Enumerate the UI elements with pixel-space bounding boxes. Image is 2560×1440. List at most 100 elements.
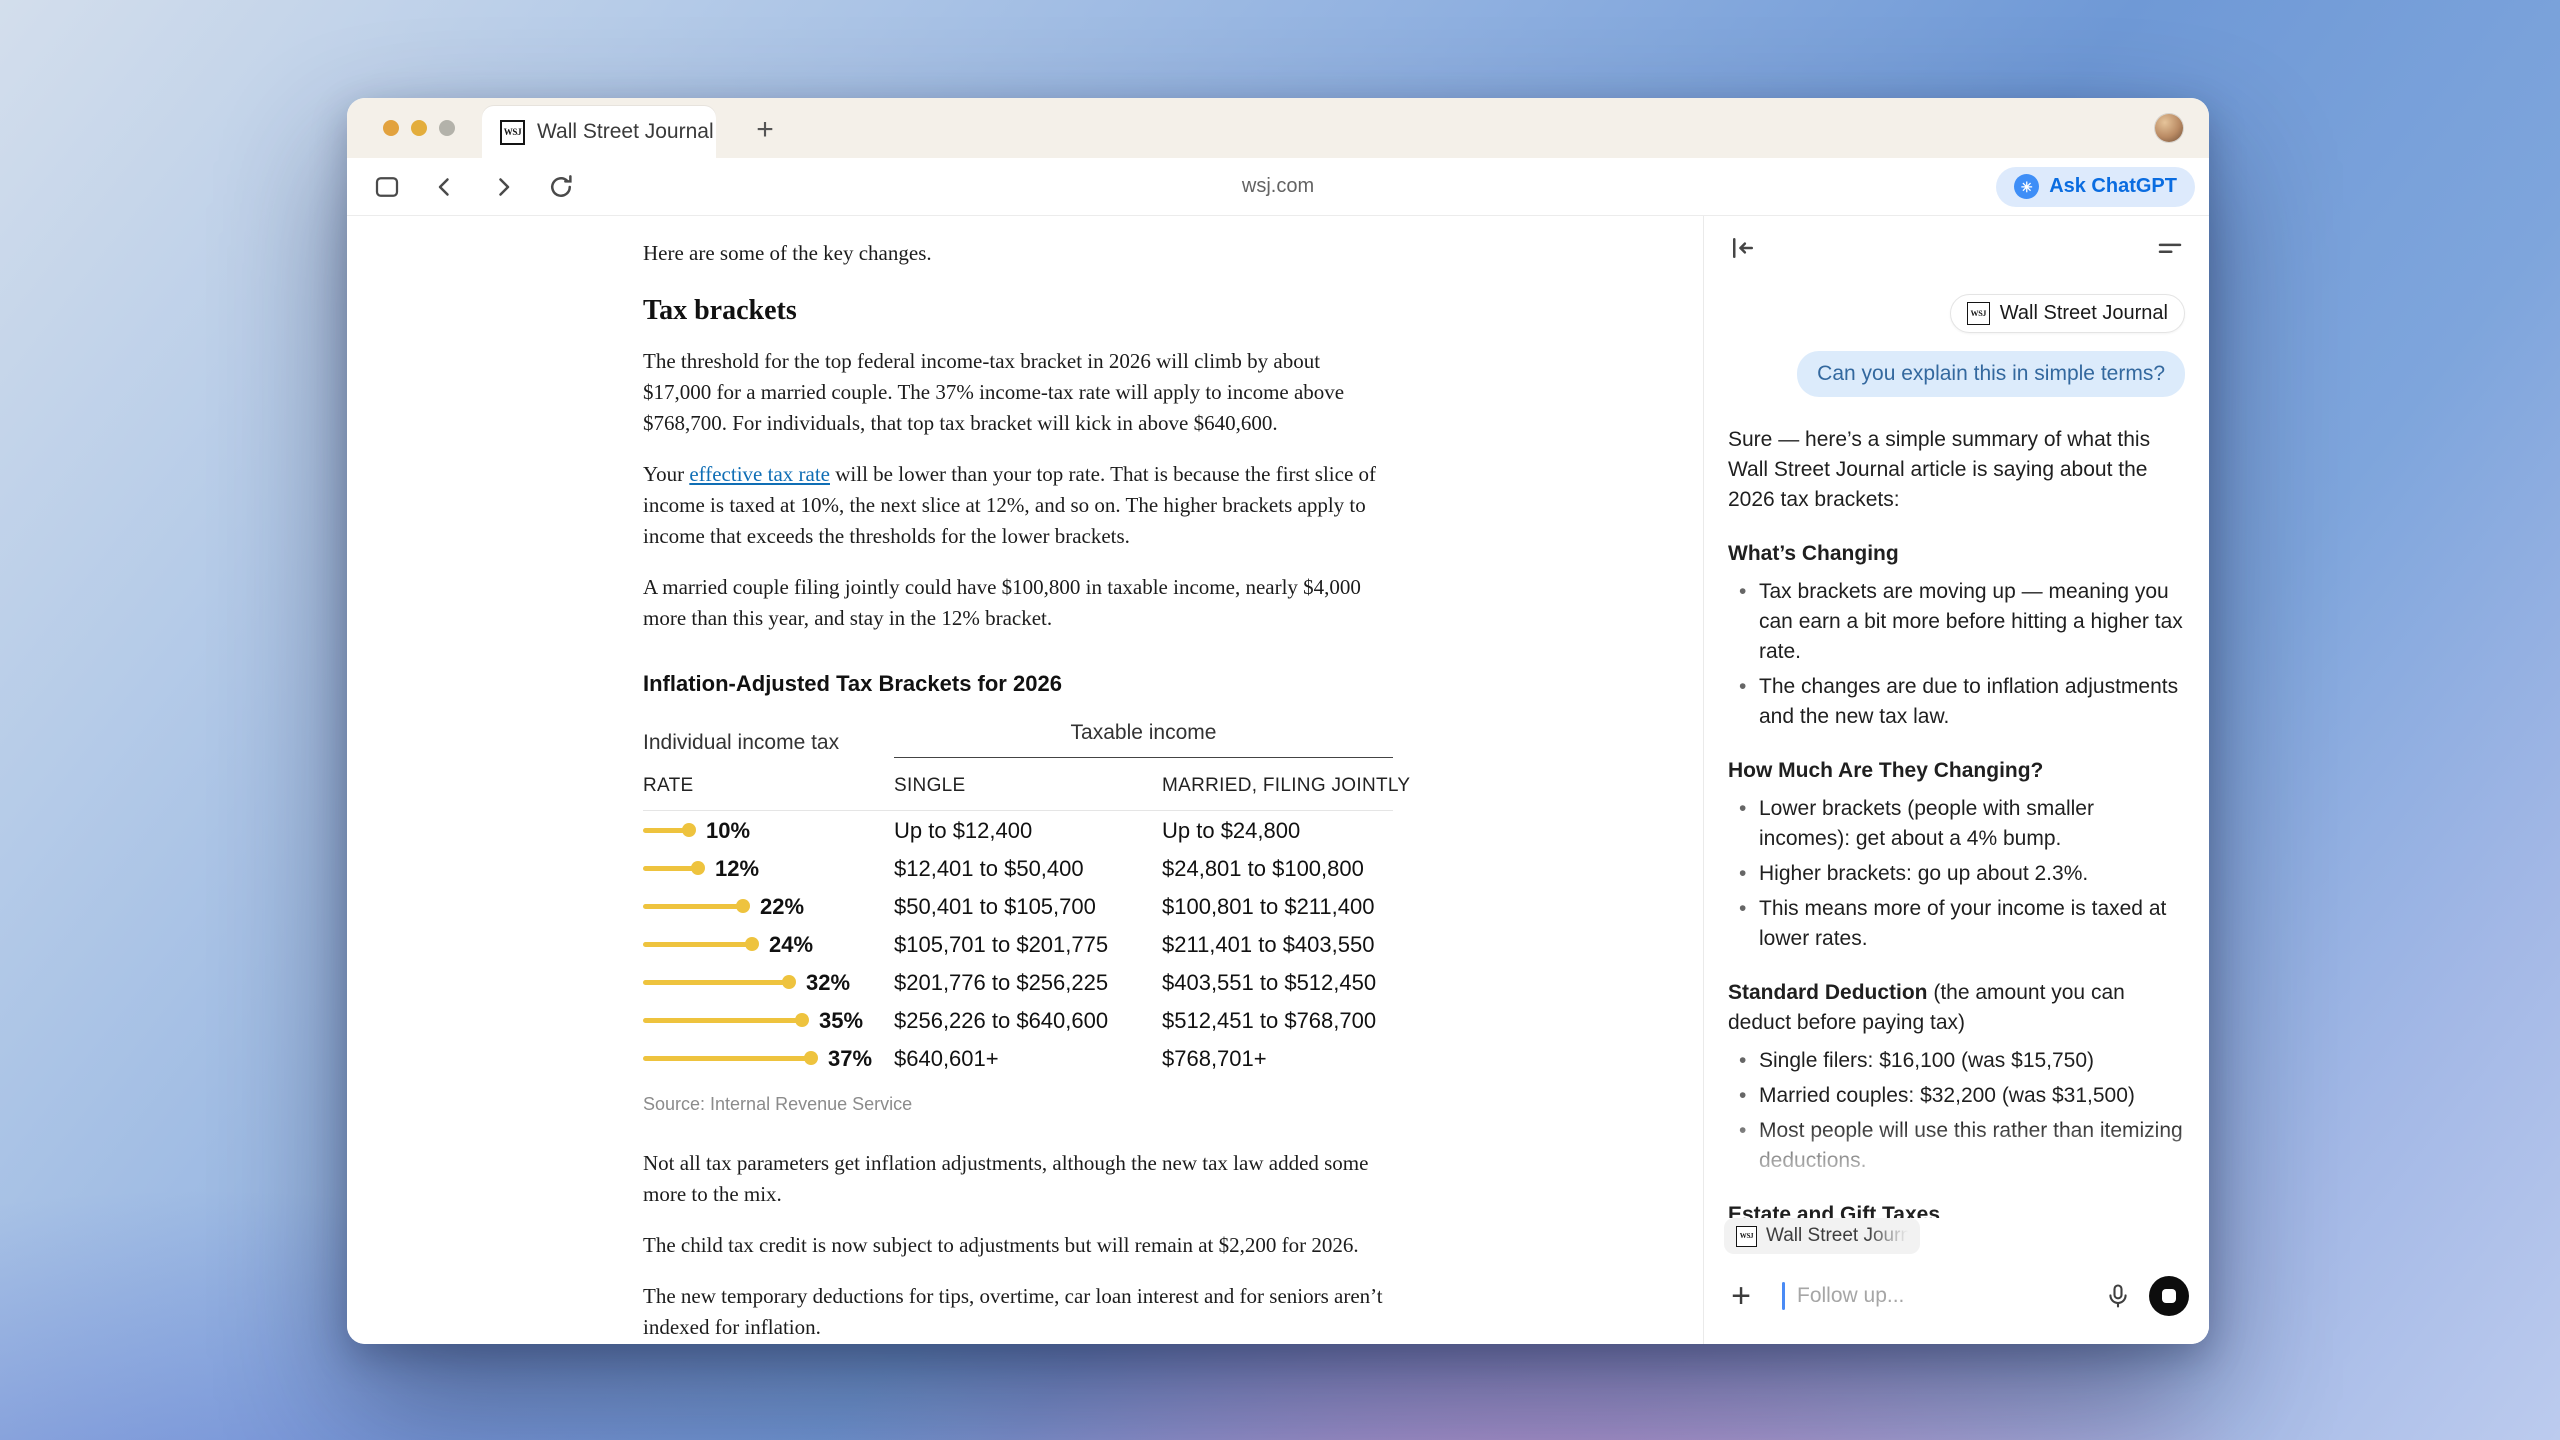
reload-icon[interactable]: [543, 169, 579, 205]
rate-bar: [643, 980, 789, 985]
input-placeholder: Follow up...: [1797, 1284, 2087, 1308]
forward-icon[interactable]: [485, 169, 521, 205]
article-paragraph: The threshold for the top federal income…: [643, 346, 1393, 439]
assistant-intro: Sure — here’s a simple summary of what t…: [1728, 425, 2185, 515]
chat-section: How Much Are They Changing? Lower bracket…: [1728, 756, 2185, 954]
attach-plus-icon[interactable]: +: [1724, 1279, 1758, 1313]
single-range: $640,601+: [894, 1043, 1162, 1074]
sidebar-toggle-icon[interactable]: [369, 169, 405, 205]
mic-icon[interactable]: [2099, 1277, 2137, 1315]
married-range: $100,801 to $211,400: [1162, 891, 1393, 922]
rate-label: 12%: [715, 853, 759, 884]
minimize-window-button[interactable]: [411, 120, 427, 136]
bullet-item: Higher brackets: go up about 2.3%.: [1728, 859, 2185, 889]
chat-section: Standard Deduction (the amount you can d…: [1728, 978, 2185, 1176]
rate-bar: [643, 866, 698, 871]
chat-section: Estate and Gift TaxesEstate tax exclusio…: [1728, 1200, 2185, 1218]
rate-bar: [643, 904, 743, 909]
married-range: $211,401 to $403,550: [1162, 929, 1393, 960]
section-heading: How Much Are They Changing?: [1728, 756, 2185, 786]
rate-label: 32%: [806, 967, 850, 998]
followup-input[interactable]: + Follow up...: [1724, 1268, 2189, 1324]
sidebar-menu-icon[interactable]: [2151, 229, 2189, 267]
chat-messages[interactable]: WSJ Wall Street Journal Can you explain …: [1704, 280, 2209, 1218]
tab-bar: WSJ Wall Street Journal +: [347, 98, 2209, 158]
tax-bracket-row: 24% $105,701 to $201,775$211,401 to $403,…: [643, 925, 1393, 963]
tax-bracket-row: 10%Up to $12,400Up to $24,800: [643, 811, 1393, 849]
rate-bar: [643, 828, 689, 833]
rate-label: 22%: [760, 891, 804, 922]
bullet-item: Lower brackets (people with smaller inco…: [1728, 794, 2185, 854]
section-heading: Estate and Gift Taxes: [1728, 1200, 2185, 1218]
wsj-favicon-icon: WSJ: [1967, 302, 1990, 325]
effective-tax-rate-link[interactable]: effective tax rate: [689, 462, 830, 486]
bullet-item: Single filers: $16,100 (was $15,750): [1728, 1046, 2185, 1076]
source-chip[interactable]: WSJ Wall Street Journal: [1950, 294, 2185, 333]
text-cursor: [1782, 1282, 1785, 1310]
wsj-favicon-icon: WSJ: [500, 120, 525, 145]
zoom-window-button[interactable]: [439, 120, 455, 136]
tax-table-group-headers: Individual income tax Taxable income: [643, 717, 1393, 758]
article-paragraph: Your effective tax rate will be lower th…: [643, 459, 1393, 552]
tax-bracket-row: 37% $640,601+$768,701+: [643, 1039, 1393, 1077]
article-paragraph: A married couple filing jointly could ha…: [643, 572, 1393, 634]
tab-wall-street-journal[interactable]: WSJ Wall Street Journal: [482, 106, 716, 158]
tax-table: Inflation-Adjusted Tax Brackets for 2026…: [643, 668, 1393, 1120]
single-range: $105,701 to $201,775: [894, 929, 1162, 960]
composer: WSJ Wall Street Journal + Follow up...: [1704, 1218, 2209, 1344]
section-heading: What’s Changing: [1728, 539, 2185, 569]
wsj-favicon-icon: WSJ: [1736, 1226, 1757, 1247]
wsj-article: Here are some of the key changes. Tax br…: [643, 216, 1393, 1344]
bullet-item: Tax brackets are moving up — meaning you…: [1728, 577, 2185, 667]
tax-table-title: Inflation-Adjusted Tax Brackets for 2026: [643, 668, 1393, 699]
tax-table-source: Source: Internal Revenue Service: [643, 1089, 1393, 1120]
back-icon[interactable]: [427, 169, 463, 205]
tax-table-column-headers: RATE SINGLE MARRIED, FILING JOINTLY: [643, 758, 1393, 811]
married-range: $24,801 to $100,800: [1162, 853, 1393, 884]
single-range: $50,401 to $105,700: [894, 891, 1162, 922]
tab-title: Wall Street Journal: [537, 120, 714, 144]
rate-bar: [643, 1018, 802, 1023]
browser-window: WSJ Wall Street Journal + wsj.com ✳ Ask …: [347, 98, 2209, 1344]
article-paragraph: Here are some of the key changes.: [643, 238, 1393, 269]
single-range: $256,226 to $640,600: [894, 1005, 1162, 1036]
collapse-sidebar-icon[interactable]: [1724, 229, 1762, 267]
address-bar[interactable]: wsj.com: [1242, 175, 1314, 198]
section-heading: Standard Deduction (the amount you can d…: [1728, 978, 2185, 1038]
rate-label: 37%: [828, 1043, 872, 1074]
article-paragraph: The child tax credit is now subject to a…: [643, 1230, 1393, 1261]
chat-section: What’s Changing Tax brackets are moving u…: [1728, 539, 2185, 732]
browser-toolbar: wsj.com ✳ Ask ChatGPT: [347, 158, 2209, 216]
ask-chatgpt-button[interactable]: ✳ Ask ChatGPT: [1996, 167, 2195, 207]
married-range: $403,551 to $512,450: [1162, 967, 1393, 998]
article-heading-tax-brackets: Tax brackets: [643, 295, 1393, 326]
bullet-item: Married couples: $32,200 (was $31,500): [1728, 1081, 2185, 1111]
voice-mode-button[interactable]: [2149, 1276, 2189, 1316]
single-range: Up to $12,400: [894, 815, 1162, 846]
bullet-item: Most people will use this rather than it…: [1728, 1116, 2185, 1176]
single-range: $12,401 to $50,400: [894, 853, 1162, 884]
assistant-message: Sure — here’s a simple summary of what t…: [1728, 425, 2185, 1218]
chatgpt-logo-icon: ✳: [2014, 174, 2039, 199]
married-range: Up to $24,800: [1162, 815, 1393, 846]
article-paragraph: The new temporary deductions for tips, o…: [643, 1281, 1393, 1343]
rate-bar: [643, 1056, 811, 1061]
rate-label: 35%: [819, 1005, 863, 1036]
page-content[interactable]: Here are some of the key changes. Tax br…: [347, 216, 1703, 1344]
married-range: $768,701+: [1162, 1043, 1393, 1074]
rate-label: 24%: [769, 929, 813, 960]
new-tab-button[interactable]: +: [747, 112, 783, 148]
ask-chatgpt-label: Ask ChatGPT: [2049, 175, 2177, 198]
tax-bracket-row: 32%$201,776 to $256,225$403,551 to $512,…: [643, 963, 1393, 1001]
tax-bracket-row: 12% $12,401 to $50,400$24,801 to $100,800: [643, 849, 1393, 887]
sidebar-header: [1704, 216, 2209, 280]
close-window-button[interactable]: [383, 120, 399, 136]
married-range: $512,451 to $768,700: [1162, 1005, 1393, 1036]
window-controls: [383, 120, 455, 136]
context-chip[interactable]: WSJ Wall Street Journal: [1724, 1218, 1920, 1254]
tax-bracket-row: 22% $50,401 to $105,700$100,801 to $211,4…: [643, 887, 1393, 925]
bullet-item: This means more of your income is taxed …: [1728, 894, 2185, 954]
user-message: Can you explain this in simple terms?: [1797, 351, 2185, 397]
profile-avatar[interactable]: [2155, 114, 2183, 142]
rate-bar: [643, 942, 752, 947]
